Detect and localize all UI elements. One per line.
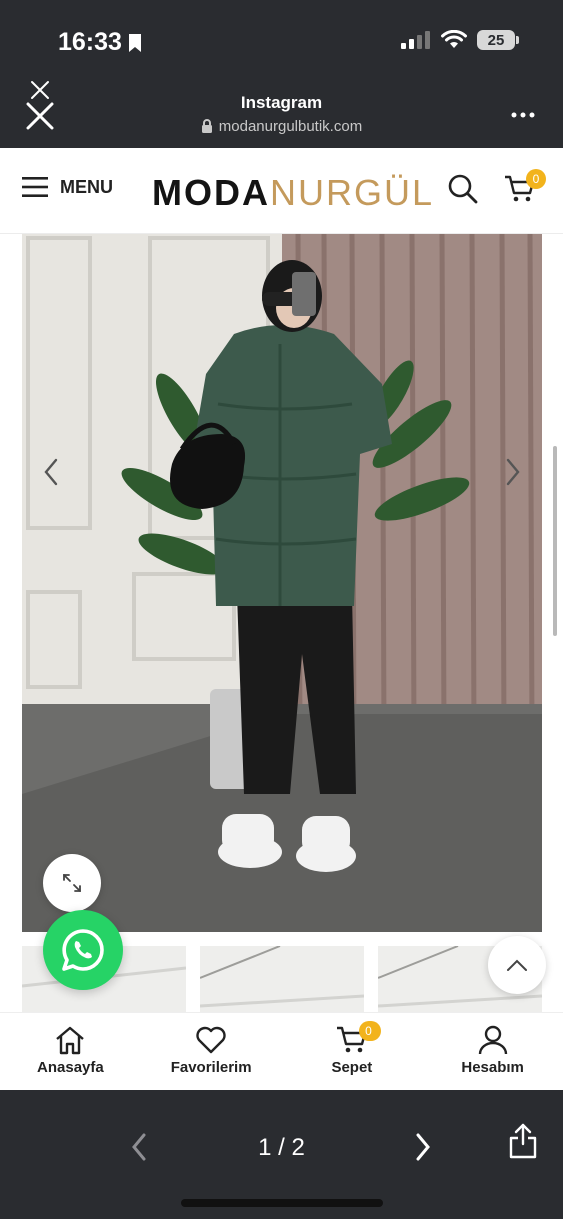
browser-header: Instagram modanurgulbutik.com xyxy=(0,80,563,148)
gallery-next-button[interactable] xyxy=(498,452,528,492)
thumbnail-image xyxy=(200,946,364,1012)
cart-nav-count-badge: 0 xyxy=(358,1021,379,1041)
signal-icon xyxy=(401,31,430,49)
nav-item-home[interactable]: Anasayfa xyxy=(0,1013,141,1090)
battery-level: 25 xyxy=(487,31,505,49)
user-icon xyxy=(478,1025,507,1055)
wifi-icon xyxy=(441,30,467,48)
nav-item-cart[interactable]: 0 Sepet xyxy=(282,1013,423,1090)
menu-label: MENU xyxy=(60,176,113,197)
url-text: modanurgulbutik.com xyxy=(218,118,363,135)
nav-item-favorites[interactable]: 0 Favorilerim xyxy=(141,1013,381,1090)
status-bar: 16:33 25 xyxy=(0,0,563,80)
whatsapp-icon xyxy=(62,929,104,971)
hamburger-icon xyxy=(22,177,48,197)
chevron-left-icon xyxy=(44,458,58,486)
browser-url[interactable]: modanurgulbutik.com xyxy=(0,118,563,135)
product-image[interactable] xyxy=(22,234,542,932)
search-icon xyxy=(448,174,478,204)
status-icons: 25 xyxy=(401,30,519,50)
bottom-nav: Anasayfa 0 Favorilerim 0 Sepet Hesabım xyxy=(0,1012,563,1090)
thumbnail[interactable] xyxy=(200,946,364,1012)
nav-label-favorites: Favorilerim xyxy=(170,1059,252,1076)
nav-item-account[interactable]: Hesabım xyxy=(422,1013,563,1090)
lock-icon xyxy=(201,119,212,133)
menu-button[interactable]: MENU xyxy=(22,176,113,198)
home-indicator[interactable] xyxy=(181,1199,383,1207)
header-cart-button[interactable]: 0 xyxy=(504,169,546,209)
battery-indicator: 25 xyxy=(477,30,519,50)
logo-part-nurgul: NURGÜL xyxy=(270,172,435,213)
clock: 16:33 xyxy=(58,28,122,56)
expand-icon xyxy=(63,874,81,892)
gallery-prev-button[interactable] xyxy=(36,452,66,492)
search-button[interactable] xyxy=(448,174,478,209)
page-scrollbar[interactable] xyxy=(553,446,557,636)
product-photo-illustration xyxy=(22,234,542,932)
site-header: MENU MODANURGÜL 0 xyxy=(0,148,563,234)
browser-title: Instagram xyxy=(240,93,323,112)
chevron-right-icon xyxy=(416,1133,430,1161)
whatsapp-button[interactable] xyxy=(43,910,123,990)
site-logo[interactable]: MODANURGÜL xyxy=(152,172,434,214)
scroll-to-top-button[interactable] xyxy=(488,936,546,994)
nav-label-account: Hesabım xyxy=(461,1059,524,1076)
heart-icon xyxy=(196,1026,226,1054)
home-icon xyxy=(56,1026,85,1055)
logo-part-moda: MODA xyxy=(152,172,270,213)
browser-forward-button[interactable] xyxy=(412,1130,434,1169)
page-indicator: 1 / 2 xyxy=(258,1134,305,1161)
more-icon xyxy=(511,112,535,118)
nav-label-home: Anasayfa xyxy=(37,1059,104,1076)
share-button[interactable] xyxy=(508,1122,538,1165)
status-time: 16:33 xyxy=(58,28,142,57)
nav-label-cart: Sepet xyxy=(331,1059,373,1076)
product-content xyxy=(0,234,563,1012)
chevron-right-icon xyxy=(506,458,520,486)
chevron-up-icon xyxy=(507,959,527,971)
cart-count-badge: 0 xyxy=(526,169,546,189)
bookmark-icon xyxy=(128,33,141,52)
zoom-button[interactable] xyxy=(43,854,101,912)
more-options-button[interactable] xyxy=(511,106,535,118)
share-icon xyxy=(509,1123,537,1159)
